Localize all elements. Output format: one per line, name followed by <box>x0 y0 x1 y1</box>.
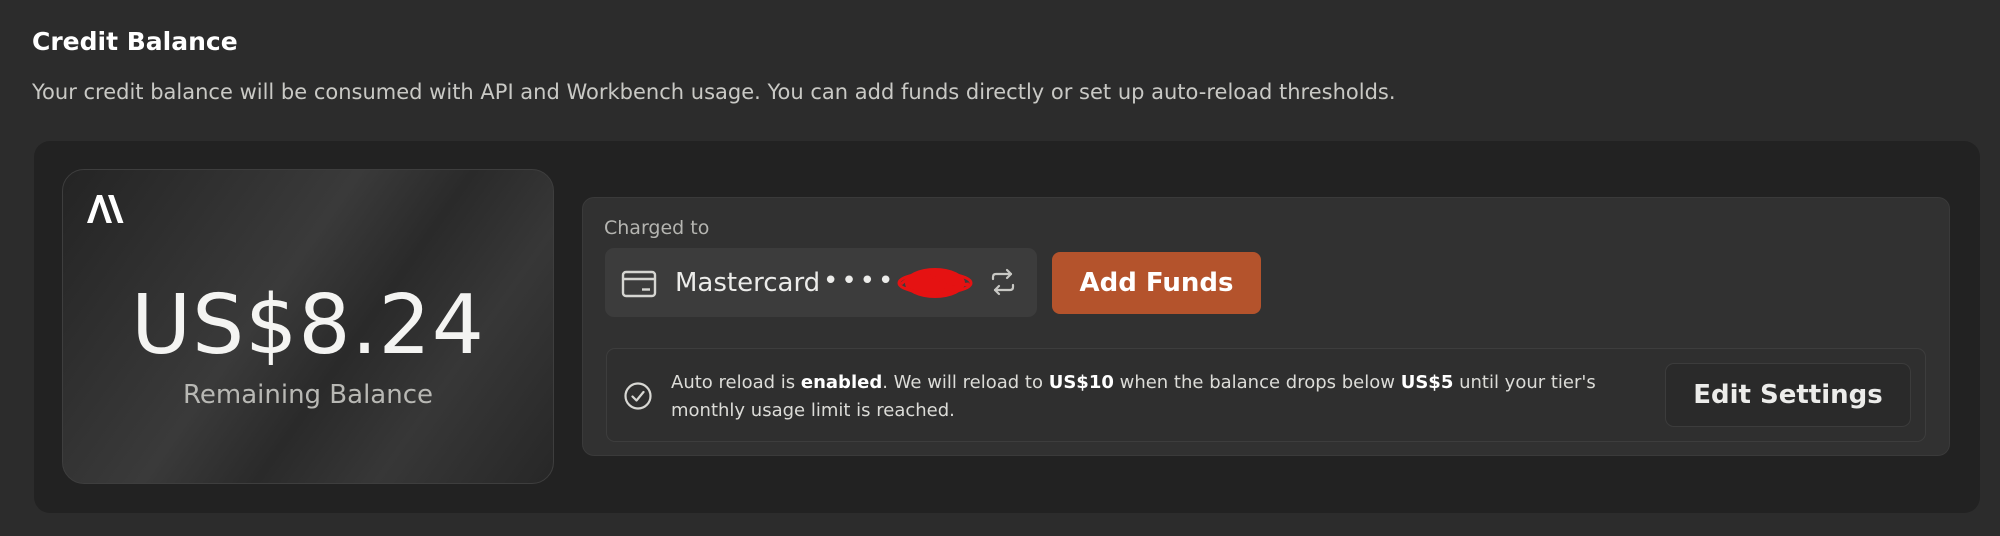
threshold-amount: US$5 <box>1400 372 1454 393</box>
check-circle-icon <box>624 382 652 410</box>
reload-amount: US$10 <box>1048 372 1114 393</box>
balance-amount: US$8.24 <box>131 278 485 373</box>
edit-settings-button[interactable]: Edit Settings <box>1665 363 1911 427</box>
section-description: Your credit balance will be consumed wit… <box>32 80 1396 104</box>
auto-reload-text-part: when the balance drops below <box>1113 372 1401 393</box>
card-masked-number: •••• <box>823 266 897 296</box>
charged-to-label: Charged to <box>604 217 710 239</box>
anthropic-logo-icon <box>87 195 124 223</box>
auto-reload-text-part: . We will reload to <box>882 372 1049 393</box>
auto-reload-box: Auto reload is enabled. We will reload t… <box>606 348 1926 442</box>
credit-card-icon <box>621 270 657 298</box>
auto-reload-text: Auto reload is enabled. We will reload t… <box>671 369 1621 425</box>
balance-card: US$8.24 Remaining Balance <box>62 169 554 484</box>
payment-method-selector[interactable]: Mastercard •••• <box>605 248 1037 317</box>
section-title: Credit Balance <box>32 27 238 56</box>
card-name: Mastercard <box>675 268 821 298</box>
balance-label: Remaining Balance <box>182 380 434 410</box>
auto-reload-enabled-status: enabled <box>800 372 883 393</box>
auto-reload-text-part: Auto reload is <box>671 372 801 393</box>
add-funds-button[interactable]: Add Funds <box>1052 252 1261 314</box>
swap-arrows-icon[interactable] <box>989 268 1017 296</box>
redaction-scribble <box>897 268 973 298</box>
